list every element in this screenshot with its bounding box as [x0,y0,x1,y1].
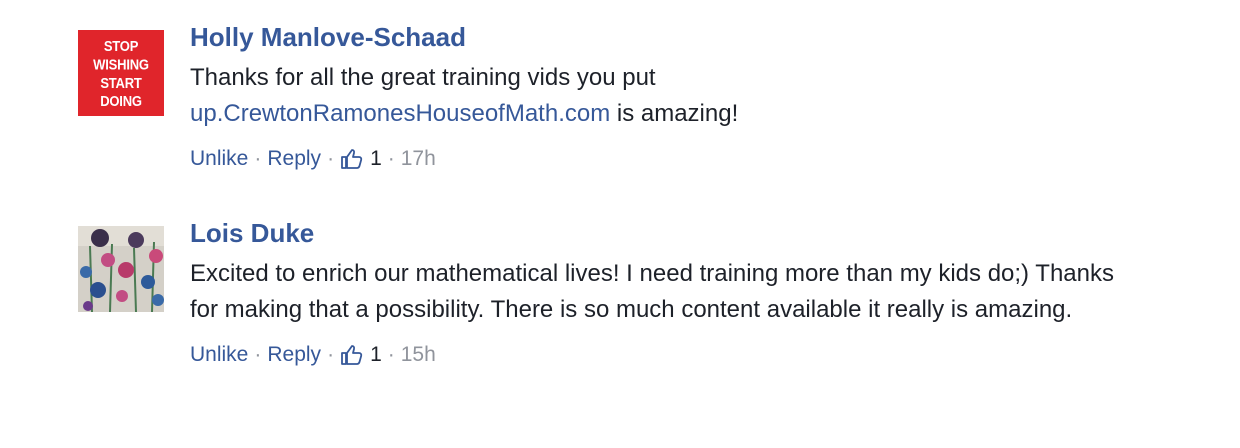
comment-body: Lois Duke Excited to enrich our mathemat… [190,218,1150,370]
flower-painting-image [78,226,164,312]
like-count: 1 [370,343,382,366]
separator-dot: · [254,343,262,366]
unlike-button[interactable]: Unlike [190,340,248,370]
reply-button[interactable]: Reply [267,340,321,370]
comment-text: Excited to enrich our mathematical lives… [190,260,1114,323]
comment-actions: Unlike · Reply · 1 · 15h [190,340,1150,370]
comment-actions: Unlike · Reply · 1 · 17h [190,144,1150,174]
comment-text: Thanks for all the great training vids y… [190,64,739,127]
unlike-button[interactable]: Unlike [190,144,248,174]
separator-dot: · [254,147,262,170]
reply-button[interactable]: Reply [267,144,321,174]
avatar[interactable] [78,226,164,312]
separator-dot: · [327,343,335,366]
separator-dot: · [387,343,395,366]
comment-author[interactable]: Holly Manlove-Schaad [190,22,1150,52]
comment-body: Holly Manlove-Schaad Thanks for all the … [190,22,1150,174]
avatar-logo-text: STOP WISHING START DOING [93,37,149,110]
thumbs-up-icon[interactable] [340,147,364,171]
comment-link[interactable]: up.CrewtonRamonesHouseofMath.com [190,100,610,127]
comment-timestamp[interactable]: 15h [401,340,436,370]
like-count: 1 [370,147,382,170]
comment-timestamp[interactable]: 17h [401,144,436,174]
separator-dot: · [387,147,395,170]
thumbs-up-icon[interactable] [340,343,364,367]
comment-author[interactable]: Lois Duke [190,218,1150,248]
separator-dot: · [327,147,335,170]
avatar[interactable]: STOP WISHING START DOING [78,30,164,116]
